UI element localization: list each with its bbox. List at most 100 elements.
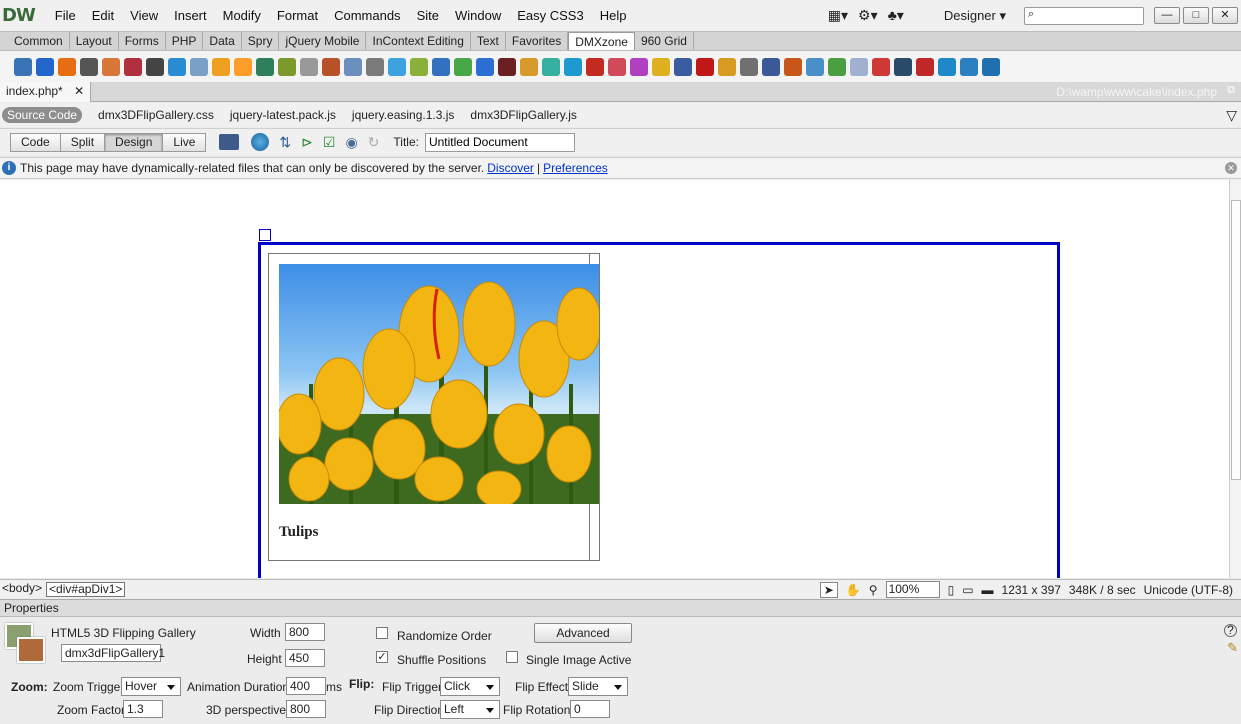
flip-trigger-select[interactable]: Click <box>440 677 500 696</box>
close-button[interactable]: ✕ <box>1212 7 1238 24</box>
cupcake-icon[interactable] <box>608 57 626 76</box>
stack-icon[interactable] <box>168 57 186 76</box>
fullscreen-icon[interactable] <box>938 57 956 76</box>
play-icon[interactable] <box>564 57 582 76</box>
related-file[interactable]: dmx3DFlipGallery.js <box>470 108 576 122</box>
refresh-icon[interactable] <box>784 57 802 76</box>
desktop-size-icon[interactable]: ▬ <box>982 583 994 597</box>
bookmark-icon[interactable] <box>410 57 428 76</box>
preview-globe-icon[interactable] <box>251 133 270 151</box>
tab-layout[interactable]: Layout <box>70 32 119 50</box>
gear-icon[interactable] <box>278 57 296 76</box>
live-code-icon[interactable]: ⊳ <box>301 134 313 151</box>
image-icon[interactable] <box>14 57 32 76</box>
help-icon[interactable]: ? <box>1224 624 1237 637</box>
picture-icon[interactable] <box>850 57 868 76</box>
window-icon[interactable] <box>344 57 362 76</box>
tab-incontext-editing[interactable]: InContext Editing <box>366 32 471 50</box>
tab-data[interactable]: Data <box>203 32 242 50</box>
gradient-icon[interactable] <box>542 57 560 76</box>
discover-link[interactable]: Discover <box>487 161 534 175</box>
tag-body[interactable]: <body> <box>0 581 44 597</box>
menu-edit[interactable]: Edit <box>84 8 122 23</box>
animation-duration-input[interactable]: 400 <box>286 677 326 695</box>
maximize-button[interactable]: □ <box>1183 7 1209 24</box>
gallery-id-input[interactable]: dmx3dFlipGallery1 <box>61 644 165 662</box>
menu-view[interactable]: View <box>122 8 166 23</box>
tab-dmxzone[interactable]: DMXzone <box>568 32 635 50</box>
flip-rotation-input[interactable]: 0 <box>570 700 610 718</box>
headphones-icon[interactable] <box>740 57 758 76</box>
shop-icon[interactable] <box>872 57 890 76</box>
canvas-scrollbar[interactable] <box>1229 180 1241 578</box>
slider-icon[interactable] <box>520 57 538 76</box>
menu-commands[interactable]: Commands <box>326 8 408 23</box>
ap-div-anchor-icon[interactable] <box>259 229 271 241</box>
menu-insert[interactable]: Insert <box>166 8 215 23</box>
close-info-icon[interactable]: ✕ <box>1225 162 1237 174</box>
gear-icon[interactable]: ⚙▾ <box>858 7 878 24</box>
document-title-input[interactable] <box>424 132 575 152</box>
tab-favorites[interactable]: Favorites <box>506 32 569 50</box>
tulips-photo[interactable] <box>279 264 599 504</box>
single-image-checkbox[interactable] <box>506 651 518 663</box>
file-management-icon[interactable]: ⇅ <box>279 134 291 151</box>
tab-spry[interactable]: Spry <box>242 32 280 50</box>
window-size[interactable]: 1231 x 397 <box>1002 583 1061 597</box>
pointer-tool-icon[interactable]: ➤ <box>819 581 838 598</box>
rss-icon[interactable] <box>476 57 494 76</box>
tab-php[interactable]: PHP <box>166 32 204 50</box>
scroll-thumb[interactable] <box>1231 200 1241 480</box>
swirl-icon[interactable] <box>58 57 76 76</box>
tab-forms[interactable]: Forms <box>119 32 166 50</box>
preferences-link[interactable]: Preferences <box>543 161 608 175</box>
menu-site[interactable]: Site <box>409 8 447 23</box>
tablet-size-icon[interactable]: ▭ <box>962 583 973 597</box>
zoom-factor-input[interactable]: 1.3 <box>123 700 163 718</box>
tab-960-grid[interactable]: 960 Grid <box>635 32 694 50</box>
network-icon[interactable] <box>674 57 692 76</box>
film-icon[interactable] <box>498 57 516 76</box>
tab-jquery-mobile[interactable]: jQuery Mobile <box>279 32 367 50</box>
gallery-icon[interactable] <box>80 57 98 76</box>
properties-header[interactable]: Properties <box>0 599 1241 617</box>
zoom-tool-icon[interactable]: ⚲ <box>869 583 878 597</box>
sync-icon[interactable] <box>806 57 824 76</box>
video-icon[interactable] <box>146 57 164 76</box>
menu-modify[interactable]: Modify <box>215 8 269 23</box>
tiles-icon[interactable] <box>982 57 1000 76</box>
media-icon[interactable] <box>36 57 54 76</box>
close-tab-icon[interactable]: ✕ <box>74 84 84 98</box>
pie-icon[interactable] <box>652 57 670 76</box>
code-icon[interactable] <box>894 57 912 76</box>
advanced-button[interactable]: Advanced <box>534 623 632 643</box>
chart-icon[interactable] <box>454 57 472 76</box>
view-split-button[interactable]: Split <box>59 132 106 152</box>
facebook-icon[interactable] <box>762 57 780 76</box>
chat-icon[interactable] <box>432 57 450 76</box>
flash-icon[interactable] <box>586 57 604 76</box>
view-code-button[interactable]: Code <box>10 132 61 152</box>
workspace-switcher[interactable]: Designer ▾ <box>944 8 1006 24</box>
shuffle-checkbox[interactable]: ✓ <box>376 651 388 663</box>
design-view[interactable]: Tulips <box>0 180 1229 578</box>
menu-format[interactable]: Format <box>269 8 326 23</box>
tag-apdiv[interactable]: <div#apDiv1> <box>46 581 126 597</box>
menu-window[interactable]: Window <box>447 8 509 23</box>
filter-icon[interactable]: ▽ <box>1226 107 1237 124</box>
mobile-size-icon[interactable]: ▯ <box>948 583 955 597</box>
edit-icon[interactable] <box>916 57 934 76</box>
layout-icon[interactable]: ▦▾ <box>828 7 848 24</box>
menu-file[interactable]: File <box>47 8 84 23</box>
view-live-button[interactable]: Live <box>162 132 207 152</box>
grid-icon[interactable] <box>366 57 384 76</box>
help-search-input[interactable]: ⌕ <box>1024 6 1144 25</box>
calendar-icon[interactable] <box>234 57 252 76</box>
check-icon[interactable]: ☑ <box>323 134 336 151</box>
related-file[interactable]: dmx3DFlipGallery.css <box>98 108 214 122</box>
width-input[interactable]: 800 <box>285 623 325 641</box>
photo-icon[interactable] <box>124 57 142 76</box>
perspective-input[interactable]: 800 <box>286 700 326 718</box>
twitter-icon[interactable] <box>388 57 406 76</box>
slideshow-icon[interactable] <box>102 57 120 76</box>
